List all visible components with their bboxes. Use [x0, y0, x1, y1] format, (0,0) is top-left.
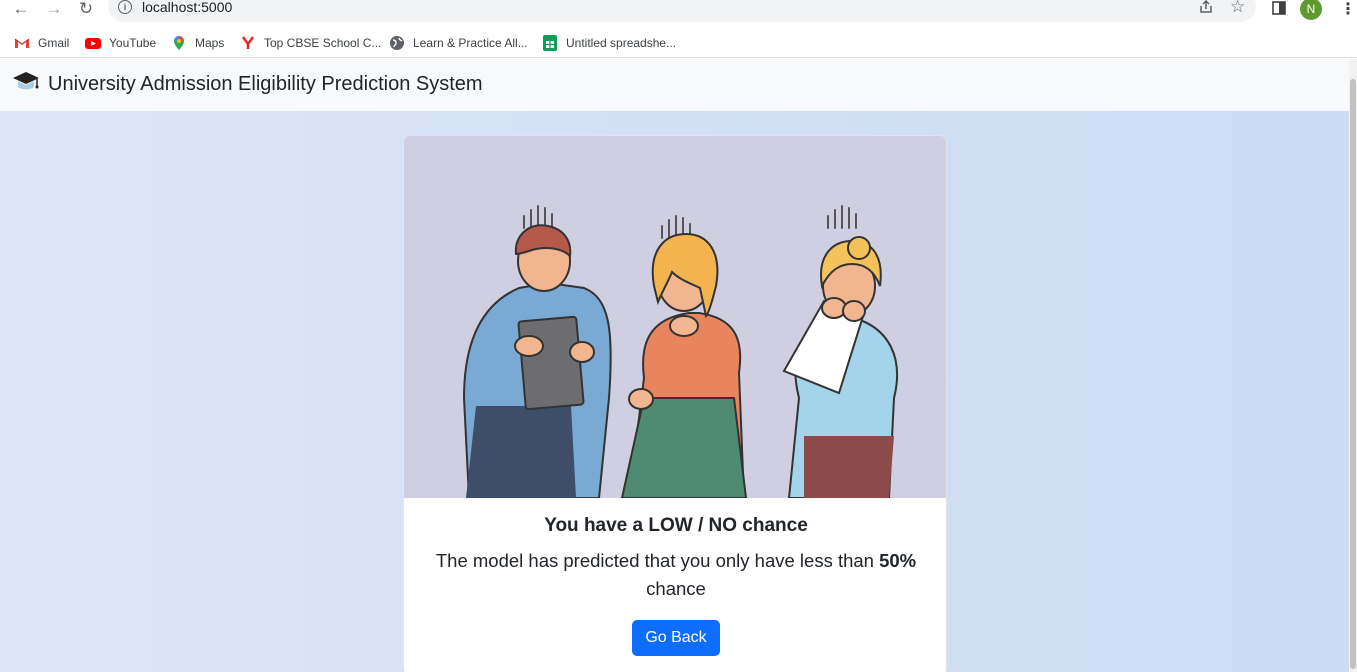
page-title: University Admission Eligibility Predict…: [48, 73, 483, 95]
bookmark-star-icon[interactable]: ☆: [1230, 0, 1245, 17]
bookmark-maps[interactable]: Maps: [171, 32, 224, 54]
yandex-icon: [240, 35, 256, 51]
bookmark-label: YouTube: [109, 36, 157, 50]
bookmark-label: Top CBSE School C...: [264, 36, 382, 50]
result-message: The model has predicted that you only ha…: [424, 547, 928, 603]
reload-icon[interactable]: ↻: [75, 0, 97, 18]
globe-icon: [389, 35, 405, 51]
youtube-icon: [85, 35, 101, 51]
back-arrow-icon[interactable]: ←: [10, 0, 32, 18]
navbar-brand[interactable]: University Admission Eligibility Predict…: [12, 69, 483, 100]
result-card: You have a LOW / NO chance The model has…: [403, 135, 947, 672]
address-bar[interactable]: i localhost:5000 ☆: [108, 0, 1256, 22]
result-heading: You have a LOW / NO chance: [544, 515, 808, 536]
menu-dots-icon[interactable]: ⋮: [1340, 0, 1356, 19]
scrollbar-thumb[interactable]: [1350, 79, 1356, 669]
bookmark-label: Gmail: [38, 36, 70, 50]
bookmark-label: Untitled spreadshe...: [566, 36, 677, 50]
bookmark-label: Maps: [195, 36, 225, 50]
browser-toolbar: ← → ↻ i localhost:5000 ☆ N ⋮: [0, 0, 1357, 26]
worried-students-illustration: [404, 136, 946, 499]
forward-arrow-icon[interactable]: →: [43, 0, 65, 18]
sheets-icon: [542, 35, 558, 51]
url-text[interactable]: localhost:5000: [142, 0, 232, 15]
bookmark-spreadsheet[interactable]: Untitled spreadshe...: [542, 32, 676, 54]
result-message-suffix: chance: [646, 578, 706, 599]
gmail-icon: [14, 35, 30, 51]
go-back-button[interactable]: Go Back: [632, 620, 720, 656]
site-info-icon[interactable]: i: [118, 0, 132, 14]
bookmark-learn-practice[interactable]: Learn & Practice All...: [389, 32, 528, 54]
result-message-prefix: The model has predicted that you only ha…: [435, 550, 874, 571]
page-scrollbar[interactable]: [1349, 59, 1357, 672]
result-percent: 50%: [879, 550, 917, 571]
bookmarks-bar: Gmail YouTube Maps Top CBSE School C... …: [0, 28, 1357, 58]
graduation-cap-icon: [12, 69, 40, 100]
bookmark-label: Learn & Practice All...: [413, 36, 528, 50]
result-card-body: You have a LOW / NO chance The model has…: [404, 498, 946, 656]
profile-avatar[interactable]: N: [1300, 0, 1322, 20]
app-navbar: University Admission Eligibility Predict…: [0, 59, 1349, 111]
bookmark-gmail[interactable]: Gmail: [14, 32, 69, 54]
bookmark-youtube[interactable]: YouTube: [85, 32, 156, 54]
maps-pin-icon: [171, 35, 187, 51]
bookmark-cbse[interactable]: Top CBSE School C...: [240, 32, 381, 54]
side-panel-icon[interactable]: [1272, 1, 1286, 20]
share-icon[interactable]: [1198, 0, 1214, 20]
